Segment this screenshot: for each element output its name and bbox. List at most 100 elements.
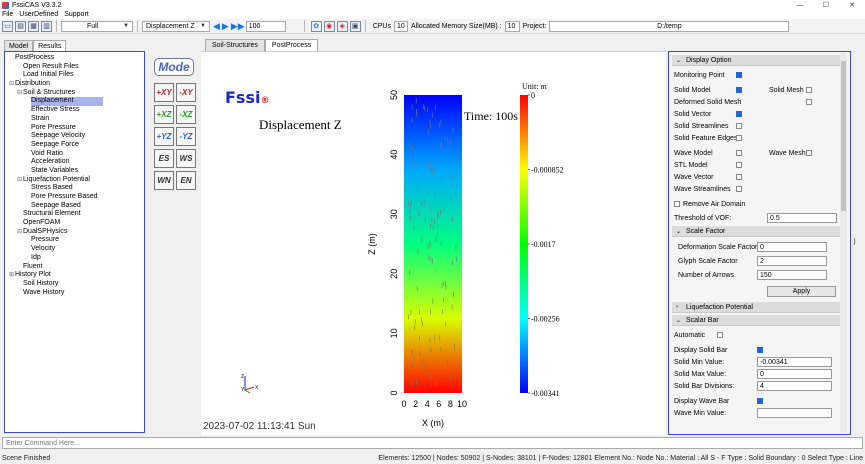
tree-item[interactable]: Pore Pressure <box>7 124 142 133</box>
vof-threshold-input[interactable]: 0.5 <box>767 213 837 223</box>
tree-item[interactable]: Seepage Force <box>7 141 142 150</box>
menu-support[interactable]: Support <box>64 11 89 18</box>
solid-model-checkbox[interactable] <box>736 87 742 93</box>
maximize-icon[interactable]: ☐ <box>813 0 839 10</box>
solid-mesh-checkbox[interactable] <box>806 87 812 93</box>
menu-file[interactable]: File <box>2 11 13 18</box>
tab-soil-structures[interactable]: Soil-Structures <box>205 39 265 51</box>
wave-min-input[interactable] <box>757 408 832 418</box>
tree-item[interactable]: PostProcess <box>7 54 142 63</box>
tree-item[interactable]: Stress Based <box>7 184 142 193</box>
tree-item[interactable]: State Variables <box>7 167 142 176</box>
panel-scrollbar[interactable] <box>840 53 847 433</box>
field-select[interactable]: Displacement Z ▼ <box>142 20 210 32</box>
view-posneg-xz-button[interactable]: +XZ <box>154 105 174 124</box>
tab-postprocess[interactable]: PostProcess <box>264 39 319 51</box>
display-wave-bar-checkbox[interactable] <box>757 398 763 404</box>
settings-gear-icon[interactable]: ✿ <box>310 20 322 32</box>
view-ws-button[interactable]: WS <box>176 149 196 168</box>
view-mode-select[interactable]: Full ▼ <box>61 20 133 32</box>
liquefaction-header[interactable]: › Liquefaction Potential <box>672 302 847 313</box>
tree-item[interactable]: Load Initial Files <box>7 71 142 80</box>
tree-item[interactable]: ⊟ DualSPHysics <box>7 228 142 237</box>
scale-factor-header[interactable]: ⌄ Scale Factor <box>672 226 847 237</box>
deformed-mesh-checkbox[interactable] <box>806 99 812 105</box>
panel-collapse-icon[interactable]: ⟩ <box>853 237 856 246</box>
tree-item[interactable]: Soil History <box>7 280 142 289</box>
command-input[interactable]: Enter Command Here... <box>2 437 863 449</box>
frame-input[interactable]: 100 <box>245 20 286 32</box>
new-file-icon[interactable]: ▭ <box>2 20 13 32</box>
play-icon[interactable]: ▶ <box>222 21 229 32</box>
display-option-header[interactable]: ⌄ Display Option <box>672 55 847 66</box>
tree-item[interactable]: Void Ratio <box>7 150 142 159</box>
minimize-icon[interactable]: — <box>787 0 813 10</box>
view-posneg-yz-button[interactable]: +YZ <box>154 127 174 146</box>
tree-item[interactable]: Acceleration <box>7 158 142 167</box>
step-forward-icon[interactable]: ▶▶ <box>231 21 245 32</box>
stl-model-checkbox[interactable] <box>736 162 742 168</box>
view-posneg-xy-button[interactable]: +XY <box>154 83 174 102</box>
view-es-button[interactable]: ES <box>154 149 174 168</box>
deformation-scale-input[interactable]: 0 <box>757 242 827 252</box>
apply-button[interactable]: Apply <box>767 285 836 297</box>
view-en-button[interactable]: EN <box>176 171 196 190</box>
solid-min-input[interactable]: -0.00341 <box>757 357 832 367</box>
wave-streamlines-checkbox[interactable] <box>736 186 742 192</box>
wave-mesh-checkbox[interactable] <box>806 150 812 156</box>
tree-item[interactable]: ⊟ Distribution <box>7 80 142 89</box>
menu-userdefined[interactable]: UserDefined <box>19 11 58 18</box>
tree-item[interactable]: Velocity <box>7 245 142 254</box>
remove-air-checkbox[interactable] <box>674 201 680 207</box>
cpus-input[interactable]: 10 <box>393 20 408 32</box>
tree-item[interactable]: Effective Stress <box>7 106 142 115</box>
open-file-icon[interactable]: ▤ <box>15 20 26 32</box>
solid-divisions-input[interactable]: 4 <box>757 381 832 391</box>
monitoring-point-checkbox[interactable] <box>736 72 742 78</box>
window-icon[interactable]: ▣ <box>349 20 361 32</box>
tree-item[interactable]: Seepage Based <box>7 202 142 211</box>
arrows-input[interactable]: 150 <box>757 270 827 280</box>
tree-item[interactable]: Strain <box>7 115 142 124</box>
tree-item[interactable]: Wave History <box>7 289 142 298</box>
tree-item[interactable]: ⊟ Liquefaction Potential <box>7 176 142 185</box>
tree-item[interactable]: ⊟ Soil & Structures <box>7 89 142 98</box>
solid-feature-edges-checkbox[interactable] <box>736 135 742 141</box>
solid-max-input[interactable]: 0 <box>757 369 832 379</box>
automatic-checkbox[interactable] <box>717 332 723 338</box>
tree-item[interactable]: Idp <box>7 254 142 263</box>
solid-vector-checkbox[interactable] <box>736 111 742 117</box>
view-neg-yz-button[interactable]: -YZ <box>176 127 196 146</box>
solid-streamlines-checkbox[interactable] <box>736 123 742 129</box>
view-neg-xz-button[interactable]: -XZ <box>176 105 196 124</box>
view-neg-xy-button[interactable]: -XY <box>176 83 196 102</box>
close-icon[interactable]: ✕ <box>839 0 865 10</box>
step-back-icon[interactable]: ◀ <box>213 21 220 32</box>
mode-button[interactable]: Mode <box>154 58 194 76</box>
project-path-input[interactable]: D:/temp <box>549 20 790 32</box>
tab-results[interactable]: Results <box>33 40 67 51</box>
render-icon[interactable]: ◉ <box>323 20 335 32</box>
tree-item[interactable]: Pressure <box>7 236 142 245</box>
tree-item[interactable]: ⊞ History Plot <box>7 271 142 280</box>
tree-item[interactable]: OpenFOAM <box>7 219 142 228</box>
tab-model[interactable]: Model <box>4 40 34 51</box>
save-file-icon[interactable]: ▦ <box>28 20 39 32</box>
glyph-scale-input[interactable]: 2 <box>757 256 827 266</box>
tree-item[interactable]: Displacement <box>7 97 142 107</box>
render-viewport[interactable]: Fssi® Displacement Z Time: 100s Unit: m … <box>201 51 666 435</box>
export-icon[interactable]: ◈ <box>336 20 348 32</box>
layout-icon[interactable]: ▥ <box>41 20 52 32</box>
scrollbar-thumb[interactable] <box>841 61 846 211</box>
tree-item[interactable]: Fluent <box>7 263 142 272</box>
tree-item[interactable]: Pore Pressure Based <box>7 193 142 202</box>
wave-model-checkbox[interactable] <box>736 150 742 156</box>
tree-item[interactable]: Open Result Files <box>7 63 142 72</box>
wave-vector-checkbox[interactable] <box>736 174 742 180</box>
scalar-bar-header[interactable]: ⌄ Scalar Bar <box>672 315 847 326</box>
tree-item[interactable]: Seepage Velocity <box>7 132 142 141</box>
memory-input[interactable]: 10 <box>504 20 520 32</box>
view-wn-button[interactable]: WN <box>154 171 174 190</box>
display-solid-bar-checkbox[interactable] <box>757 347 763 353</box>
tree-item[interactable]: Structural Element <box>7 210 142 219</box>
